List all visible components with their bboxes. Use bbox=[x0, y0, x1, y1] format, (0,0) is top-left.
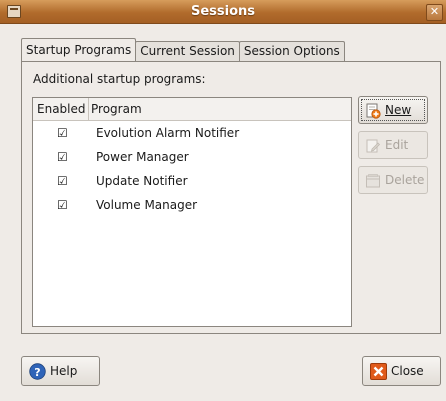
sessions-window: Sessions ✕ Startup Programs Current Sess… bbox=[0, 0, 446, 401]
help-button-label: Help bbox=[50, 364, 78, 378]
list-item[interactable]: ☑ Evolution Alarm Notifier bbox=[33, 122, 351, 146]
column-header-program[interactable]: Program bbox=[91, 98, 142, 120]
program-name: Volume Manager bbox=[96, 198, 198, 212]
delete-button-label: Delete bbox=[385, 173, 425, 187]
help-icon: ? bbox=[29, 363, 46, 380]
edit-icon bbox=[366, 139, 380, 153]
tab-session-options[interactable]: Session Options bbox=[238, 41, 345, 61]
tab-startup-programs[interactable]: Startup Programs bbox=[21, 38, 137, 61]
close-icon bbox=[370, 363, 387, 380]
document-new-icon bbox=[366, 103, 381, 119]
tab-current-session[interactable]: Current Session bbox=[135, 41, 240, 61]
list-item[interactable]: ☑ Volume Manager bbox=[33, 194, 351, 218]
program-name: Update Notifier bbox=[96, 174, 188, 188]
title-bar[interactable]: Sessions ✕ bbox=[0, 0, 446, 24]
help-button[interactable]: ? Help bbox=[21, 356, 100, 386]
enabled-checkbox[interactable]: ☑ bbox=[57, 151, 69, 163]
svg-text:?: ? bbox=[34, 366, 40, 379]
list-header: Enabled Program bbox=[33, 98, 351, 121]
delete-icon bbox=[366, 174, 380, 188]
enabled-checkbox[interactable]: ☑ bbox=[57, 127, 69, 139]
new-button[interactable]: New bbox=[358, 96, 428, 124]
edit-button-label: Edit bbox=[385, 138, 409, 152]
delete-button[interactable]: Delete bbox=[358, 166, 428, 194]
new-button-label: New bbox=[385, 103, 412, 117]
close-button[interactable]: Close bbox=[362, 356, 441, 386]
window-title: Sessions bbox=[190, 4, 256, 19]
enabled-checkbox[interactable]: ☑ bbox=[57, 199, 69, 211]
program-name: Power Manager bbox=[96, 150, 189, 164]
column-header-enabled[interactable]: Enabled bbox=[33, 98, 89, 120]
enabled-checkbox[interactable]: ☑ bbox=[57, 175, 69, 187]
edit-button[interactable]: Edit bbox=[358, 131, 428, 159]
list-item[interactable]: ☑ Power Manager bbox=[33, 146, 351, 170]
section-label: Additional startup programs: bbox=[33, 72, 206, 86]
program-name: Evolution Alarm Notifier bbox=[96, 126, 240, 140]
tab-bar: Startup Programs Current Session Session… bbox=[21, 38, 345, 61]
window-close-button[interactable]: ✕ bbox=[426, 4, 443, 21]
list-item[interactable]: ☑ Update Notifier bbox=[33, 170, 351, 194]
startup-programs-list[interactable]: Enabled Program ☑ Evolution Alarm Notifi… bbox=[32, 97, 352, 327]
startup-programs-panel: Additional startup programs: Enabled Pro… bbox=[21, 61, 441, 334]
close-button-label: Close bbox=[391, 364, 424, 378]
